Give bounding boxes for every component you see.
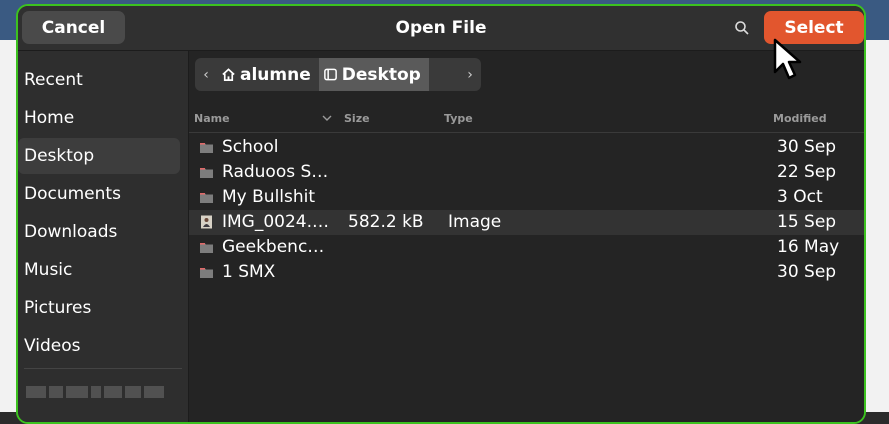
file-modified: 16 May [777,237,840,257]
sidebar-item-documents[interactable]: Documents [18,176,180,212]
breadcrumb-desktop-label: Desktop [341,64,421,85]
sidebar-item-music[interactable]: Music [18,252,180,288]
sidebar-item-home[interactable]: Home [18,100,180,136]
file-row-selected[interactable]: IMG_0024.… 582.2 kB Image 15 Sep [189,210,864,235]
path-scroll-left-button[interactable]: ‹ [195,58,217,91]
image-file-icon [201,215,212,229]
breadcrumb-desktop[interactable]: Desktop [318,58,429,91]
background-right-panel [865,40,889,412]
search-icon [735,21,749,35]
file-row[interactable]: 1 SMX 30 Sep [189,260,864,285]
file-size: 582.2 kB [348,212,424,232]
sidebar-separator [24,368,182,369]
sidebar-item-downloads[interactable]: Downloads [18,214,180,250]
chevron-down-icon[interactable] [322,114,332,122]
open-file-dialog: Cancel Open File Select Recent Home Desk… [16,4,866,424]
path-scroll-right-button[interactable]: › [459,58,481,91]
file-modified: 15 Sep [777,212,837,232]
file-name: Geekbenc… [222,237,325,257]
file-row[interactable]: Geekbenc… 16 May [189,235,864,260]
folder-icon [200,243,213,253]
file-modified: 30 Sep [777,137,837,157]
column-type-header[interactable]: Type [444,112,473,125]
column-size-header[interactable]: Size [344,112,370,125]
file-name: IMG_0024.… [222,212,330,232]
mouse-pointer-icon [773,38,802,80]
places-sidebar: Recent Home Desktop Documents Downloads … [18,51,189,422]
folder-icon [200,168,213,178]
file-modified: 3 Oct [777,187,823,207]
file-browser: ‹ alumne Desktop › Name Size Type Modifi… [189,51,864,422]
folder-icon [200,193,213,203]
file-modified: 22 Sep [777,162,837,182]
folder-icon [200,143,213,153]
dialog-header: Cancel Open File Select [18,6,864,51]
column-name-header[interactable]: Name [194,112,230,125]
file-name: Raduoos S… [222,162,329,182]
file-name: 1 SMX [222,262,276,282]
column-modified-header[interactable]: Modified [773,112,827,125]
file-modified: 30 Sep [777,262,837,282]
file-name: School [222,137,279,157]
path-bar: ‹ alumne Desktop › [195,58,481,91]
blurred-bookmark[interactable] [26,378,176,408]
file-row[interactable]: Raduoos S… 22 Sep [189,160,864,185]
file-name: My Bullshit [222,187,316,207]
folder-icon [200,268,213,278]
file-type: Image [448,212,502,232]
file-row[interactable]: My Bullshit 3 Oct [189,185,864,210]
search-button[interactable] [730,16,754,40]
breadcrumb-home[interactable]: alumne [217,58,319,91]
breadcrumb-home-label: alumne [240,64,311,85]
sidebar-item-recent[interactable]: Recent [18,62,180,98]
file-row[interactable]: School 30 Sep [189,135,864,160]
cancel-button[interactable]: Cancel [22,11,125,44]
desktop-icon [323,68,337,81]
sidebar-item-desktop[interactable]: Desktop [18,138,180,174]
sidebar-item-videos[interactable]: Videos [18,328,180,364]
sidebar-item-pictures[interactable]: Pictures [18,290,180,326]
home-icon [222,68,235,81]
column-header: Name Size Type Modified [189,104,864,133]
